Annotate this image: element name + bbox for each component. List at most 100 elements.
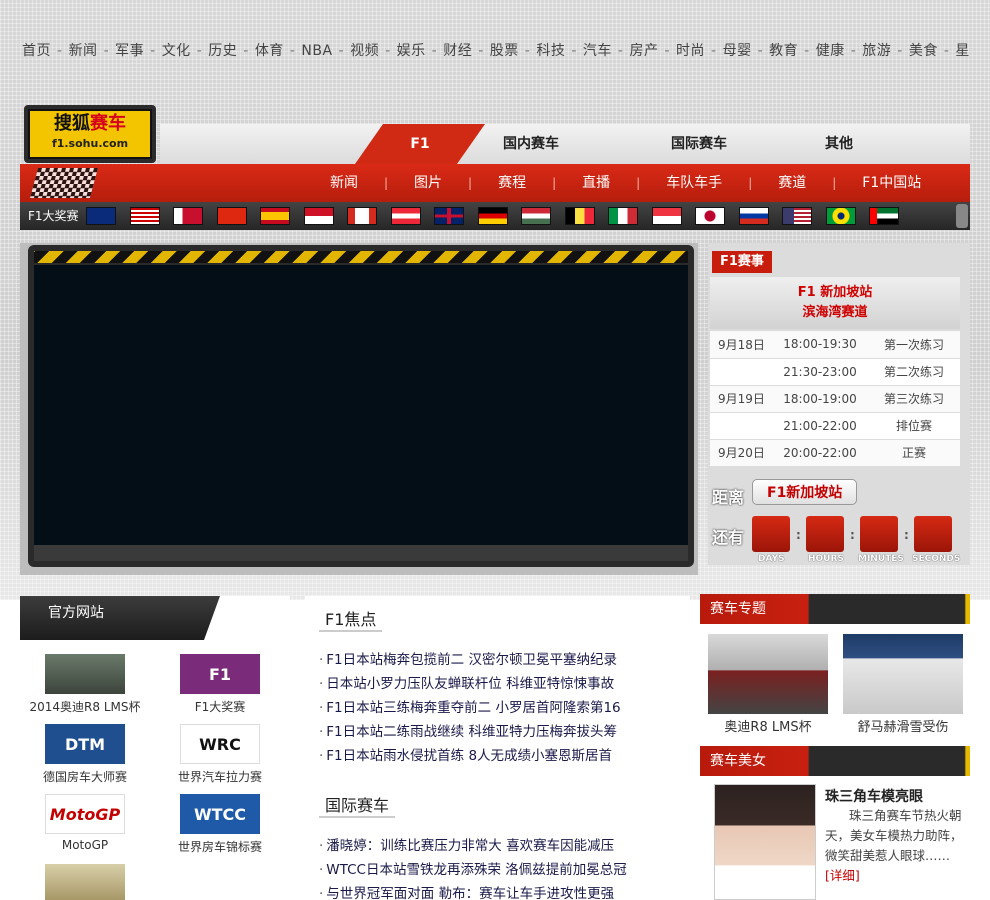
countdown-hours-label: HOURS: [808, 554, 844, 564]
logo-text-racing: 赛车: [90, 113, 126, 134]
topic-audi-image[interactable]: [708, 634, 828, 714]
hazard-stripe: [34, 251, 688, 263]
sub-nav-item[interactable]: 赛程: [498, 175, 526, 191]
top-nav-item[interactable]: 母婴: [723, 43, 752, 59]
tab-international[interactable]: 国际赛车: [634, 124, 764, 164]
schedule-row: 9月18日 18:00-19:30 第一次练习: [710, 331, 960, 359]
scroll-handle[interactable]: [956, 204, 968, 228]
top-nav-item[interactable]: 视频: [350, 43, 379, 59]
news-item[interactable]: F1日本站梅奔包揽前二 汉密尔顿卫冕平塞纳纪录: [319, 648, 689, 672]
site-caption: 2014奥迪R8 LMS杯: [29, 700, 141, 714]
flag-britain-icon[interactable]: [434, 207, 464, 225]
top-nav-item[interactable]: 股票: [490, 43, 519, 59]
top-nav-item[interactable]: 房产: [629, 43, 658, 59]
schedule-time: 20:00-22:00: [772, 439, 868, 467]
news-item[interactable]: F1日本站雨水侵扰首练 8人无成绩小塞恩斯居首: [319, 744, 689, 768]
sub-nav-item[interactable]: 图片: [414, 175, 442, 191]
flag-austria-icon[interactable]: [390, 207, 421, 225]
news-item[interactable]: 日本站小罗力压队友蝉联杆位 科维亚特惊悚事故: [319, 672, 689, 696]
tab-domestic[interactable]: 国内赛车: [466, 124, 596, 164]
top-nav-item[interactable]: 体育: [255, 43, 284, 59]
top-nav-item[interactable]: 旅游: [862, 43, 891, 59]
video-controls[interactable]: [34, 545, 688, 561]
flag-brazil-icon[interactable]: [825, 207, 856, 225]
top-nav-item[interactable]: 新闻: [69, 43, 98, 59]
checkered-flag-icon: [29, 168, 99, 198]
site-f1[interactable]: F1 F1大奖赛: [155, 654, 285, 715]
flag-bar-label: F1大奖赛: [28, 209, 79, 223]
top-nav-item[interactable]: 首页: [22, 43, 51, 59]
news-item[interactable]: WTCC日本站雪铁龙再添殊荣 洛佩兹提前加冕总冠: [319, 858, 689, 882]
flag-uae-icon[interactable]: [869, 207, 899, 225]
site-logo[interactable]: 搜狐赛车 f1.sohu.com: [24, 105, 156, 163]
flag-malaysia-icon[interactable]: [129, 207, 160, 225]
topic-caption[interactable]: 舒马赫滑雪受伤: [843, 716, 963, 735]
category-tabs: F1 国内赛车 国际赛车 其他: [160, 124, 970, 164]
race-name[interactable]: F1 新加坡站 滨海湾赛道: [710, 277, 960, 329]
top-nav-separator: -: [243, 43, 249, 59]
top-nav-item[interactable]: 汽车: [583, 43, 612, 59]
race-circuit: 滨海湾赛道: [802, 305, 868, 320]
flag-italy-icon[interactable]: [608, 207, 638, 225]
sub-nav-separator: |: [552, 176, 557, 190]
schedule-date: [710, 358, 772, 386]
countdown-remaining-label: 还有: [712, 528, 745, 547]
flag-hungary-icon[interactable]: [521, 207, 551, 225]
site-dtm[interactable]: DTM 德国房车大师赛: [20, 724, 150, 785]
topic-caption[interactable]: 奥迪R8 LMS杯: [708, 716, 828, 735]
site-wrc[interactable]: WRC 世界汽车拉力赛: [155, 724, 285, 785]
top-nav-item[interactable]: 健康: [816, 43, 845, 59]
top-nav-item[interactable]: 星: [955, 43, 970, 59]
countdown-minutes-box: [860, 516, 898, 552]
countdown-seconds-label: SECONDS: [912, 554, 961, 564]
top-nav-item[interactable]: 军事: [115, 43, 144, 59]
flag-spain-icon[interactable]: [260, 207, 290, 225]
flag-australia-icon[interactable]: [86, 207, 116, 225]
sub-nav-item[interactable]: F1中国站: [862, 175, 921, 191]
top-nav-item[interactable]: NBA: [301, 43, 332, 59]
countdown-destination[interactable]: F1新加坡站: [752, 479, 858, 505]
countdown-distance-label: 距离: [712, 488, 745, 507]
beauty-more-link[interactable]: [详细]: [825, 868, 860, 883]
racing-topics: 赛车专题 奥迪R8 LMS杯 舒马赫滑雪受伤: [700, 594, 970, 735]
flag-singapore-icon[interactable]: [651, 207, 682, 225]
news-item[interactable]: 与世界冠军面对面 勒布：赛车让车手进攻性更强: [319, 882, 689, 900]
flag-germany-icon[interactable]: [477, 207, 508, 225]
site-audi-r8[interactable]: 2014奥迪R8 LMS杯: [20, 654, 150, 715]
sub-nav-item[interactable]: 新闻: [330, 175, 358, 191]
topic-schumacher-image[interactable]: [843, 634, 963, 714]
site-motogp[interactable]: MotoGP MotoGP: [20, 794, 150, 852]
site-wtcc[interactable]: WTCC 世界房车锦标赛: [155, 794, 285, 855]
topics-title: 赛车专题: [700, 594, 970, 624]
tab-other[interactable]: 其他: [774, 124, 904, 164]
flag-usa-icon[interactable]: [782, 207, 812, 225]
beauty-headline[interactable]: 珠三角车模亮眼: [825, 786, 923, 806]
flag-china-icon[interactable]: [216, 207, 247, 225]
top-nav-item[interactable]: 财经: [443, 43, 472, 59]
flag-monaco-icon[interactable]: [303, 207, 334, 225]
sub-nav-links: 新闻 | 图片 | 赛程 | 直播 | 车队车手 | 赛道 | F1中国站: [330, 164, 921, 202]
flag-russia-icon[interactable]: [738, 207, 769, 225]
top-nav-item[interactable]: 娱乐: [397, 43, 426, 59]
video-screen[interactable]: [34, 265, 688, 545]
news-item[interactable]: F1日本站三练梅奔重夺前二 小罗居首阿隆索第16: [319, 696, 689, 720]
flag-belgium-icon[interactable]: [564, 207, 595, 225]
sub-nav-item[interactable]: 赛道: [778, 175, 806, 191]
news-item[interactable]: 潘晓婷：训练比赛压力非常大 喜欢赛车因能减压: [319, 834, 689, 858]
top-nav-item[interactable]: 科技: [536, 43, 565, 59]
top-nav-item[interactable]: 文化: [162, 43, 191, 59]
top-nav-item[interactable]: 时尚: [676, 43, 705, 59]
top-nav-item[interactable]: 教育: [769, 43, 798, 59]
flag-japan-icon[interactable]: [695, 207, 725, 225]
site-dakar[interactable]: [20, 864, 150, 900]
top-nav-item[interactable]: 美食: [909, 43, 938, 59]
news-item[interactable]: F1日本站二练雨战继续 科维亚特力压梅奔拔头筹: [319, 720, 689, 744]
flag-canada-icon[interactable]: [347, 207, 377, 225]
flag-bahrain-icon[interactable]: [173, 207, 203, 225]
top-nav-item[interactable]: 历史: [208, 43, 237, 59]
top-nav-separator: -: [757, 43, 764, 59]
sub-nav-item[interactable]: 车队车手: [666, 175, 722, 191]
sub-nav-item[interactable]: 直播: [582, 175, 610, 191]
model-photo[interactable]: [714, 784, 816, 900]
video-frame: [28, 245, 694, 567]
